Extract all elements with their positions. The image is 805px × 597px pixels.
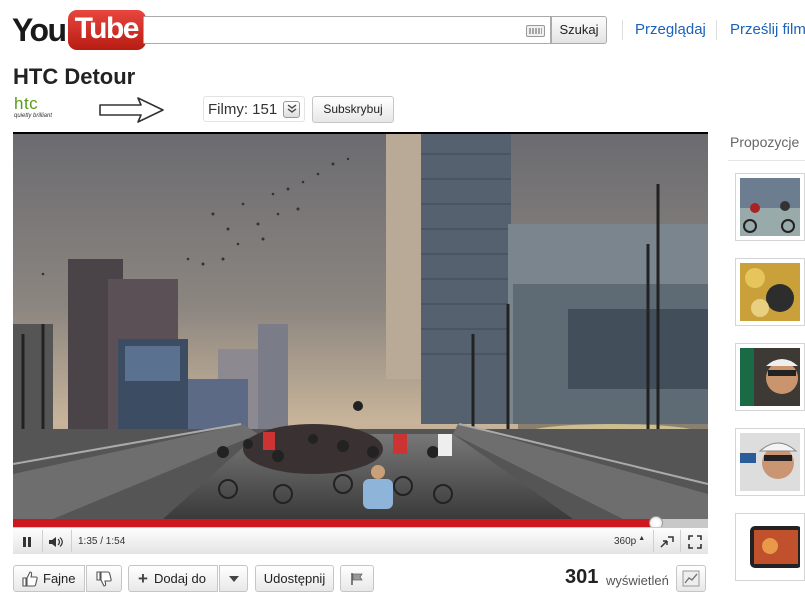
chevron-down-icon xyxy=(228,575,239,582)
thumbnail-image xyxy=(740,518,800,576)
player-controls: 1:35 / 1:54 360p ▲ xyxy=(13,527,708,554)
thumbs-down-icon xyxy=(96,570,112,587)
share-button[interactable]: Udostępnij xyxy=(255,565,334,592)
suggested-video-thumbnail[interactable] xyxy=(735,513,805,581)
flag-icon xyxy=(351,572,363,585)
video-player[interactable]: 1:35 / 1:54 360p ▲ xyxy=(13,132,708,554)
add-to-button[interactable]: + Dodaj do xyxy=(128,565,218,592)
quality-selector[interactable]: 360p ▲ xyxy=(614,528,645,555)
flag-button[interactable] xyxy=(340,565,374,592)
youtube-logo[interactable]: You Tube xyxy=(12,9,146,51)
progress-bar[interactable] xyxy=(13,516,708,530)
like-label: Fajne xyxy=(43,571,76,586)
search-input[interactable] xyxy=(143,16,551,44)
page-title: HTC Detour xyxy=(13,64,136,89)
views-label: wyświetleń xyxy=(606,573,669,588)
caret-up-icon: ▲ xyxy=(638,535,646,542)
nav-divider xyxy=(716,20,717,40)
keyboard-icon[interactable] xyxy=(526,25,545,37)
channel-logo-tagline: quietly brilliant xyxy=(14,113,53,119)
thumbnail-image xyxy=(740,178,800,236)
progress-fill xyxy=(13,519,656,527)
share-label: Udostępnij xyxy=(263,571,326,586)
channel-logo[interactable]: htc quietly brilliant xyxy=(14,94,74,122)
thumbnail-image xyxy=(740,348,800,406)
stats-button[interactable] xyxy=(676,565,706,592)
quality-label: 360p xyxy=(614,536,637,547)
pause-icon[interactable] xyxy=(13,528,41,555)
video-scene-image xyxy=(13,134,708,519)
chevron-down-icon[interactable] xyxy=(283,100,301,118)
thumbnail-image xyxy=(740,263,800,321)
add-to-label: Dodaj do xyxy=(153,571,206,586)
stats-icon xyxy=(682,570,700,587)
control-divider xyxy=(71,530,72,552)
suggested-video-thumbnail[interactable] xyxy=(735,428,805,496)
suggested-video-thumbnail[interactable] xyxy=(735,343,805,411)
videos-count-label: Filmy: 151 xyxy=(208,100,278,118)
thumbnail-image xyxy=(740,433,800,491)
logo-you-text: You xyxy=(12,11,67,48)
popout-icon[interactable] xyxy=(654,528,680,555)
video-frame[interactable] xyxy=(13,134,708,519)
channel-logo-text: htc xyxy=(14,94,39,113)
dislike-button[interactable] xyxy=(86,565,122,592)
search-button[interactable]: Szukaj xyxy=(551,16,607,44)
nav-upload-link[interactable]: Prześlij film xyxy=(730,21,805,38)
nav-browse-link[interactable]: Przeglądaj xyxy=(635,21,706,38)
volume-icon[interactable] xyxy=(43,528,71,555)
arrow-icon xyxy=(99,97,164,123)
sidebar-divider xyxy=(728,160,805,161)
nav-divider xyxy=(622,20,623,40)
add-to-dropdown[interactable] xyxy=(219,565,248,592)
subscribe-button[interactable]: Subskrybuj xyxy=(312,96,394,123)
suggested-video-thumbnail[interactable] xyxy=(735,173,805,241)
suggestions-title: Propozycje xyxy=(730,134,800,150)
plus-icon: + xyxy=(138,568,148,588)
fullscreen-icon[interactable] xyxy=(681,528,708,555)
videos-count-dropdown[interactable]: Filmy: 151 xyxy=(203,96,306,122)
like-button[interactable]: Fajne xyxy=(13,565,85,592)
logo-tube-text: Tube xyxy=(67,10,146,50)
suggested-video-thumbnail[interactable] xyxy=(735,258,805,326)
views-count: 301 xyxy=(565,566,599,588)
time-display: 1:35 / 1:54 xyxy=(78,536,126,547)
thumbs-up-icon xyxy=(22,570,38,587)
